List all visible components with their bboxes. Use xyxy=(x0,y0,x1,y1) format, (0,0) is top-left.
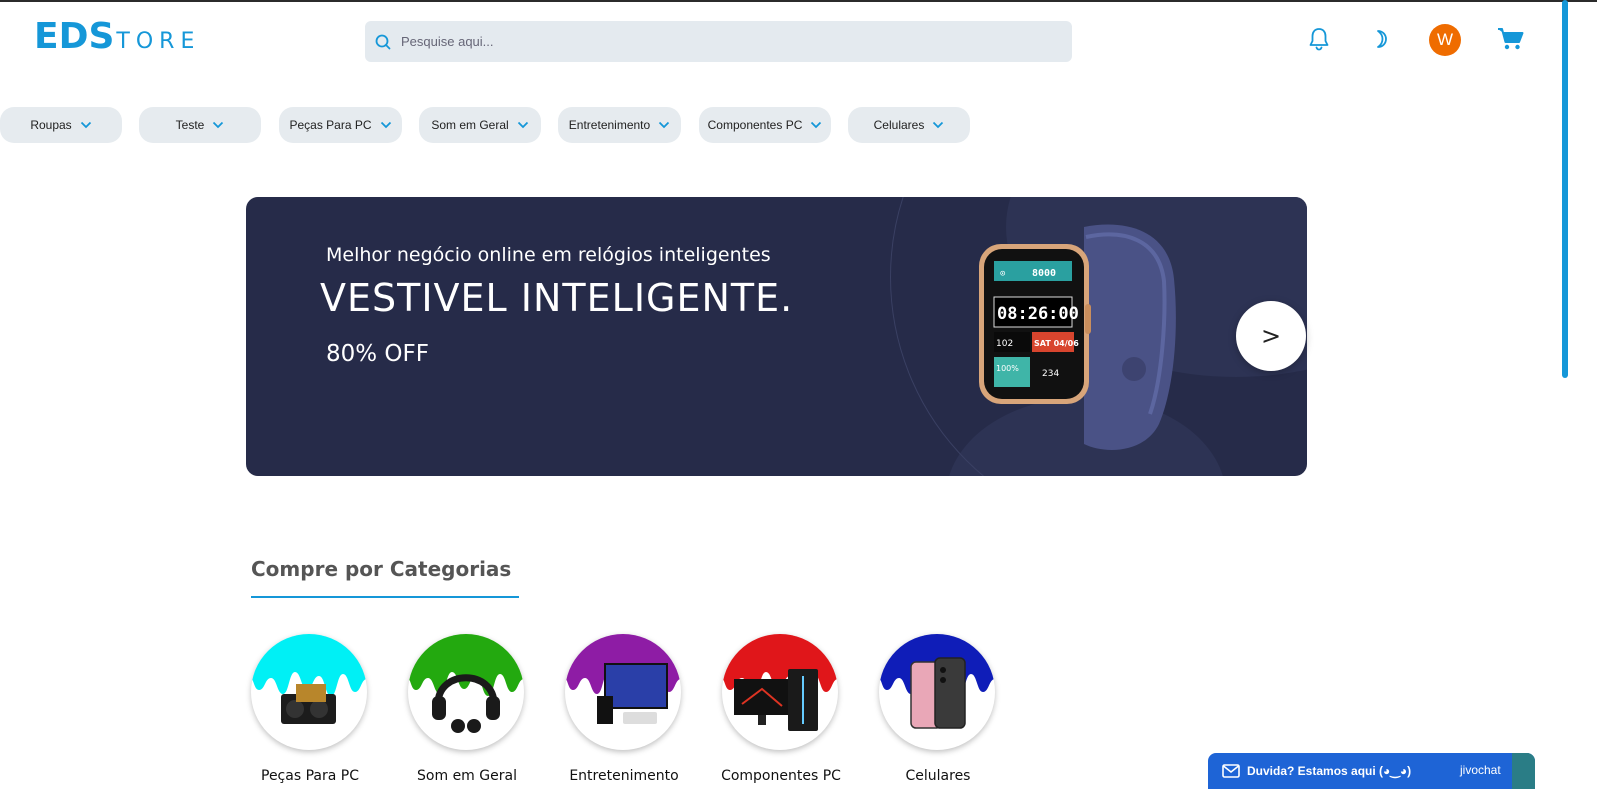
category-label: Celulares xyxy=(905,768,971,784)
nav-item-label: Roupas xyxy=(30,118,72,132)
notifications-button[interactable] xyxy=(1305,24,1333,54)
chevron-down-icon xyxy=(517,121,528,129)
category-label: Entretenimento xyxy=(569,768,679,784)
smartwatch-image: ⊙ 8000 08:26:00 102 SAT 04/06 100% 234 xyxy=(979,224,1176,450)
search-input[interactable] xyxy=(401,34,1041,49)
chevron-down-icon xyxy=(213,121,224,129)
cart-icon xyxy=(1498,28,1524,50)
chevron-down-icon xyxy=(659,121,670,129)
chevron-down-icon xyxy=(80,121,91,129)
nav-item-componentes-pc[interactable]: Componentes PC xyxy=(699,107,831,143)
category-image xyxy=(408,634,524,750)
category-label: Som em Geral xyxy=(417,768,517,784)
category-image xyxy=(565,634,681,750)
watch-heart-rate: 102 xyxy=(996,339,1013,349)
moon-icon xyxy=(1377,30,1387,48)
category-label: Peças Para PC xyxy=(261,768,359,784)
watch-date: SAT 04/06 xyxy=(1034,339,1079,348)
category-image xyxy=(879,634,995,750)
category-image xyxy=(251,634,367,750)
category-card-som-em-geral[interactable]: Som em Geral xyxy=(408,634,526,784)
chat-label: Duvida? Estamos aqui (◕‿◕) xyxy=(1247,764,1412,778)
banner-next-button[interactable]: > xyxy=(1236,301,1306,371)
nav-item-label: Entretenimento xyxy=(568,118,651,132)
avatar-initial: W xyxy=(1436,30,1454,49)
watch-time: 08:26:00 xyxy=(997,304,1079,324)
search-bar[interactable] xyxy=(365,21,1072,62)
nav-item-label: Componentes PC xyxy=(707,118,803,132)
nav-item-pecas-para-pc[interactable]: Peças Para PC xyxy=(279,107,402,143)
bell-icon xyxy=(1309,28,1329,51)
banner-subtitle: Melhor negócio online em relógios inteli… xyxy=(326,244,771,266)
banner-offer: 80% OFF xyxy=(326,341,429,367)
nav-item-roupas[interactable]: Roupas xyxy=(0,107,122,143)
category-card-pecas-para-pc[interactable]: Peças Para PC xyxy=(251,634,369,784)
category-image xyxy=(722,634,838,750)
promo-banner[interactable]: Melhor negócio online em relógios inteli… xyxy=(246,197,1307,476)
nav-item-label: Peças Para PC xyxy=(289,118,372,132)
chat-brand: jivochat xyxy=(1460,763,1501,777)
mail-icon xyxy=(1222,764,1240,778)
logo-bold-text: EDS xyxy=(34,16,115,57)
nav-item-label: Celulares xyxy=(873,118,925,132)
category-card-celulares[interactable]: Celulares xyxy=(879,634,997,784)
chat-corner-decoration xyxy=(1512,753,1535,789)
chat-widget-button[interactable]: Duvida? Estamos aqui (◕‿◕) jivochat xyxy=(1208,753,1535,789)
nav-item-som-em-geral[interactable]: Som em Geral xyxy=(419,107,541,143)
next-arrow-icon: > xyxy=(1260,322,1282,350)
nav-item-label: Teste xyxy=(175,118,205,132)
category-card-componentes-pc[interactable]: Componentes PC xyxy=(721,634,841,784)
nav-item-entretenimento[interactable]: Entretenimento xyxy=(558,107,681,143)
top-border xyxy=(0,0,1597,2)
nav-item-teste[interactable]: Teste xyxy=(139,107,261,143)
nav-item-celulares[interactable]: Celulares xyxy=(848,107,970,143)
theme-toggle-button[interactable] xyxy=(1366,24,1394,54)
watch-steps: 8000 xyxy=(1032,268,1056,279)
store-logo[interactable]: EDS TORE xyxy=(34,16,200,60)
section-underline xyxy=(251,596,519,598)
chevron-down-icon xyxy=(933,121,944,129)
search-icon xyxy=(375,34,391,49)
watch-kcal: 234 xyxy=(1042,369,1059,379)
logo-light-text: TORE xyxy=(116,29,201,54)
user-avatar[interactable]: W xyxy=(1429,24,1461,56)
section-title: Compre por Categorias xyxy=(251,557,512,581)
chevron-down-icon xyxy=(380,121,391,129)
svg-text:⊙: ⊙ xyxy=(1000,269,1005,279)
cart-button[interactable] xyxy=(1496,24,1526,54)
nav-item-label: Som em Geral xyxy=(431,118,509,132)
watch-battery: 100% xyxy=(996,364,1019,373)
category-label: Componentes PC xyxy=(721,768,841,784)
category-card-entretenimento[interactable]: Entretenimento xyxy=(565,634,683,784)
page-scrollbar[interactable] xyxy=(1562,0,1568,378)
banner-title: VESTIVEL INTELIGENTE. xyxy=(320,276,794,320)
chevron-down-icon xyxy=(811,121,822,129)
